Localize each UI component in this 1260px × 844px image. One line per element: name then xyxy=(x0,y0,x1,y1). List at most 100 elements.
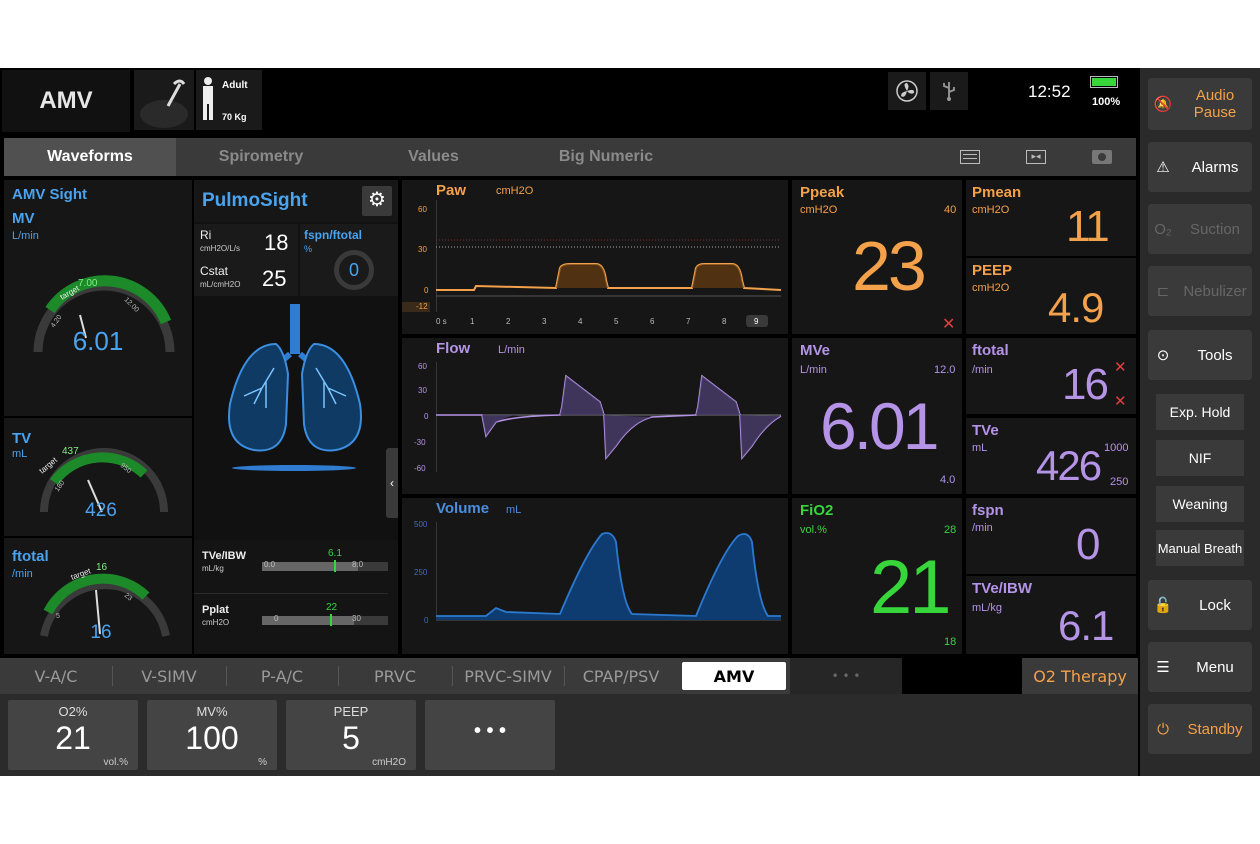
peep-parameter[interactable]: PEEP cmH2O 4.9 xyxy=(966,258,1136,334)
ftotal-param-unit: /min xyxy=(972,364,993,376)
alarms-button[interactable]: ⚠ Alarms xyxy=(1148,142,1252,192)
tab-big-numeric[interactable]: Big Numeric xyxy=(521,138,691,176)
more-settings-button[interactable]: • • • xyxy=(425,700,555,770)
clock-time: 12:52 xyxy=(1028,82,1071,101)
manual-breath-button[interactable]: Manual Breath xyxy=(1156,530,1244,566)
patient-info[interactable]: Adult 70 Kg xyxy=(196,70,262,130)
setting-peep[interactable]: PEEP 5 cmH2O xyxy=(286,700,416,770)
amv-sight-mv-panel: AMV Sight MV L/min target 7.00 4.20 12.0… xyxy=(4,180,192,416)
ftotal-parameter[interactable]: ftotal /min 16 ✕ ✕ xyxy=(966,338,1136,414)
paw-unit: cmH2O xyxy=(496,185,534,197)
right-sidebar: 🔕 Audio Pause ⚠ Alarms O₂ Suction ⊏ Nebu… xyxy=(1140,68,1260,776)
layout-icon[interactable] xyxy=(960,150,980,164)
ppeak-parameter[interactable]: Ppeak cmH2O 40 23 ✕ xyxy=(792,180,962,334)
fan-icon[interactable] xyxy=(888,72,926,110)
audio-pause-button[interactable]: 🔕 Audio Pause xyxy=(1148,78,1252,130)
fio2-unit: vol.% xyxy=(800,524,827,536)
paw-ytick-60: 60 xyxy=(418,205,427,214)
peep-unit: cmH2O xyxy=(972,282,1010,294)
patient-type: Adult xyxy=(222,80,248,91)
collapse-panel-chevron-icon[interactable]: ‹ xyxy=(386,448,398,518)
view-tab-bar: Waveforms Spirometry Values Big Numeric … xyxy=(4,138,1136,176)
fspn-ftotal-label: fspn/ftotal xyxy=(304,228,362,242)
usb-icon[interactable] xyxy=(930,72,968,110)
tve-unit: mL xyxy=(972,442,988,454)
volume-ytick-0: 0 xyxy=(424,616,429,625)
fio2-label: FiO2 xyxy=(800,502,834,519)
camera-icon[interactable] xyxy=(1092,150,1112,164)
tve-ibw-param-value: 6.1 xyxy=(1058,602,1114,649)
tools-label: Tools xyxy=(1197,346,1233,364)
battery-level: 100% xyxy=(1092,96,1121,108)
flow-unit: L/min xyxy=(498,344,525,356)
paw-label: Paw xyxy=(436,182,467,199)
mode-amv[interactable]: AMV xyxy=(682,662,786,690)
mv-value: 6.01 xyxy=(72,326,124,356)
fio2-parameter[interactable]: FiO2 vol.% 28 21 18 xyxy=(792,498,962,654)
mode-p-ac[interactable]: P-A/C xyxy=(226,658,338,694)
tve-ibw-parameter[interactable]: TVe/IBW mL/kg 6.1 xyxy=(966,576,1136,654)
ftotal-value: 16 xyxy=(90,622,112,643)
fspn-parameter[interactable]: fspn /min 0 xyxy=(966,498,1136,574)
suction-button[interactable]: O₂ Suction xyxy=(1148,204,1252,254)
settings-bar: O2% 21 vol.% MV% 100 % PEEP 5 cmH2O • • … xyxy=(0,694,1138,776)
ppeak-value: 23 xyxy=(852,227,927,305)
paw-waveform: Paw cmH2O 60 30 0 -12 0 s 1 2 3 4 5 6 7 … xyxy=(402,180,788,334)
volume-ytick-250: 250 xyxy=(414,568,428,577)
fio2-value: 21 xyxy=(870,545,952,630)
standby-button[interactable]: ⏻ Standby xyxy=(1148,704,1252,754)
cstat-label: Cstat xyxy=(200,264,229,278)
tve-ibw-value: 6.1 xyxy=(328,548,342,559)
pulmosight-settings-gear-icon[interactable]: ⚙ xyxy=(362,186,392,216)
pmean-parameter[interactable]: Pmean cmH2O 11 xyxy=(966,180,1136,256)
paw-xtick-current: 9 xyxy=(754,317,759,326)
tools-button[interactable]: ⊙ Tools xyxy=(1148,330,1252,380)
mve-parameter[interactable]: MVe L/min 12.0 6.01 4.0 xyxy=(792,338,962,494)
paw-xticks: 0 s 1 2 3 4 5 6 7 8 xyxy=(436,317,727,326)
mode-prvc-simv[interactable]: PRVC-SIMV xyxy=(452,658,564,694)
tab-values[interactable]: Values xyxy=(346,138,521,176)
mode-prvc[interactable]: PRVC xyxy=(338,658,452,694)
o2-therapy-button[interactable]: O2 Therapy xyxy=(1022,658,1138,694)
setting-unit: % xyxy=(258,757,267,768)
ventilation-mode-bar: V-A/C V-SIMV P-A/C PRVC PRVC-SIMV CPAP/P… xyxy=(0,658,1138,694)
setting-value: 21 xyxy=(55,720,91,756)
mve-label: MVe xyxy=(800,342,831,359)
flow-ytick-neg60: -60 xyxy=(414,464,426,473)
menu-button[interactable]: ☰ Menu xyxy=(1148,642,1252,692)
exp-hold-button[interactable]: Exp. Hold xyxy=(1156,394,1244,430)
alarm-off-icon: ✕ xyxy=(1114,393,1127,410)
peep-label: PEEP xyxy=(972,262,1013,279)
mode-cpap-psv[interactable]: CPAP/PSV xyxy=(564,658,678,694)
tab-spirometry[interactable]: Spirometry xyxy=(176,138,346,176)
nebulizer-button[interactable]: ⊏ Nebulizer xyxy=(1148,266,1252,316)
flow-ytick-neg30: -30 xyxy=(414,438,426,447)
lock-button[interactable]: 🔓 Lock xyxy=(1148,580,1252,630)
bell-muted-icon: 🔕 xyxy=(1153,96,1173,113)
setting-unit: cmH2O xyxy=(372,757,406,768)
alarm-off-icon: ✕ xyxy=(942,316,956,333)
mode-v-ac[interactable]: V-A/C xyxy=(0,658,112,694)
volume-chart xyxy=(436,522,781,621)
ftotal-unit: /min xyxy=(12,568,33,580)
setting-value: 5 xyxy=(342,720,360,756)
tve-parameter[interactable]: TVe mL 1000 426 250 xyxy=(966,418,1136,494)
mode-v-simv[interactable]: V-SIMV xyxy=(112,658,226,694)
unlock-icon: 🔓 xyxy=(1153,597,1173,614)
weaning-button[interactable]: Weaning xyxy=(1156,486,1244,522)
mve-low-limit: 4.0 xyxy=(940,474,956,486)
pulmosight-title: PulmoSight xyxy=(202,190,308,211)
setting-unit: vol.% xyxy=(103,757,128,768)
current-mode-title: AMV xyxy=(2,70,130,132)
fspn-unit: /min xyxy=(972,522,993,534)
freeze-icon[interactable]: ▸◂ xyxy=(1026,150,1046,164)
more-modes-button[interactable]: • • • xyxy=(790,658,902,694)
tv-label: TV xyxy=(12,430,32,447)
o2-suction-icon: O₂ xyxy=(1154,220,1172,238)
setting-mv-percent[interactable]: MV% 100 % xyxy=(147,700,277,770)
volume-unit: mL xyxy=(506,504,522,516)
setting-o2[interactable]: O2% 21 vol.% xyxy=(8,700,138,770)
tve-ibw-label: TVe/IBW xyxy=(202,550,247,562)
tab-waveforms[interactable]: Waveforms xyxy=(4,138,176,176)
nif-button[interactable]: NIF xyxy=(1156,440,1244,476)
